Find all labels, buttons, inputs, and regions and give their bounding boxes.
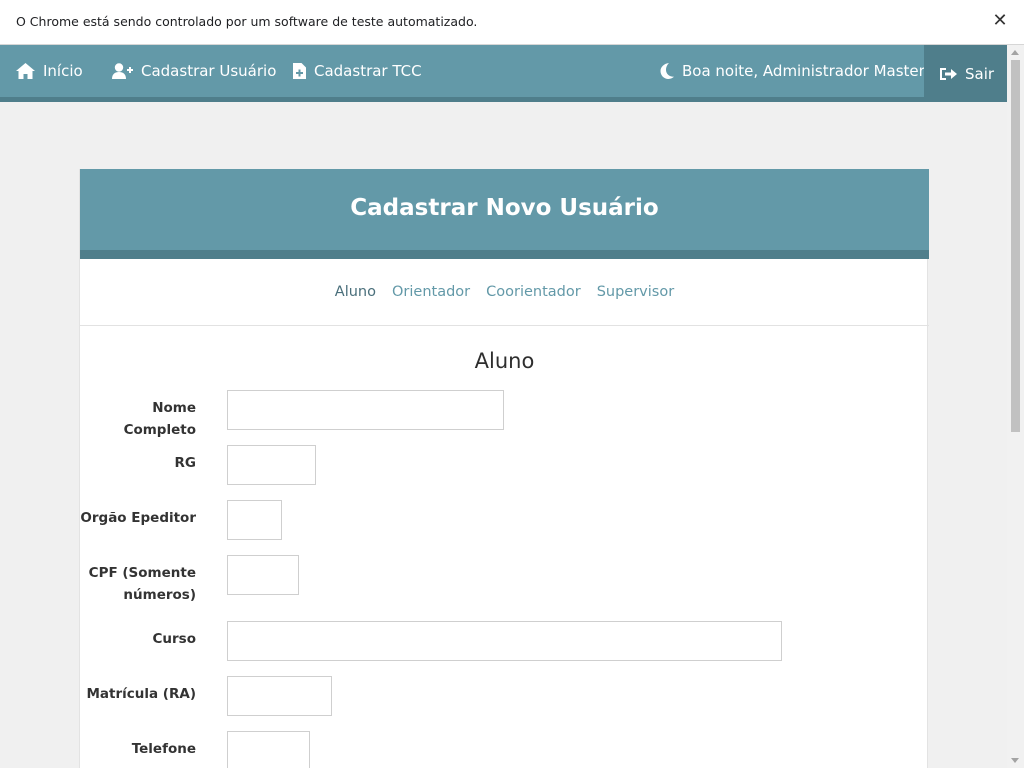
scrollbar-thumb[interactable] bbox=[1011, 60, 1020, 432]
nav-greeting-label: Boa noite, Administrador Master! bbox=[682, 62, 931, 80]
close-icon[interactable]: ✕ bbox=[990, 11, 1010, 31]
nome-input[interactable] bbox=[227, 390, 504, 430]
home-icon bbox=[16, 63, 35, 79]
automation-infobar: O Chrome está sendo controlado por um so… bbox=[0, 0, 1024, 45]
sign-out-icon bbox=[940, 67, 957, 80]
nav-register-tcc-link[interactable]: Cadastrar TCC bbox=[293, 45, 422, 97]
rg-label: RG bbox=[174, 455, 196, 471]
register-user-card: Cadastrar Novo Usuário Aluno Orientador … bbox=[79, 169, 929, 768]
nav-exit-label: Sair bbox=[965, 64, 995, 83]
cpf-input[interactable] bbox=[227, 555, 299, 595]
telefone-input[interactable] bbox=[227, 731, 310, 768]
tab-coorientador[interactable]: Coorientador bbox=[486, 284, 581, 300]
tab-orientador[interactable]: Orientador bbox=[392, 284, 470, 300]
scroll-down-arrow-icon[interactable] bbox=[1011, 758, 1019, 763]
file-plus-icon bbox=[293, 63, 306, 79]
user-plus-icon bbox=[112, 63, 133, 79]
nav-home-label: Início bbox=[43, 62, 83, 80]
nav-register-tcc-label: Cadastrar TCC bbox=[314, 62, 422, 80]
section-title: Aluno bbox=[474, 349, 535, 373]
orgao-input[interactable] bbox=[227, 500, 282, 540]
user-type-tabs: Aluno Orientador Coorientador Supervisor bbox=[80, 259, 929, 326]
nav-register-user-label: Cadastrar Usuário bbox=[141, 62, 277, 80]
cpf-label: CPF (Somente números) bbox=[88, 565, 196, 603]
telefone-label: Telefone bbox=[131, 741, 196, 757]
nav-home-link[interactable]: Início bbox=[16, 45, 83, 97]
tab-aluno[interactable]: Aluno bbox=[335, 284, 376, 300]
nav-greeting: Boa noite, Administrador Master! bbox=[660, 45, 931, 97]
matricula-label: Matrícula (RA) bbox=[86, 686, 196, 702]
rg-input[interactable] bbox=[227, 445, 316, 485]
scroll-up-arrow-icon[interactable] bbox=[1011, 50, 1019, 55]
card-title: Cadastrar Novo Usuário bbox=[350, 195, 659, 221]
matricula-input[interactable] bbox=[227, 676, 332, 716]
tab-supervisor[interactable]: Supervisor bbox=[597, 284, 674, 300]
page-scrollbar[interactable] bbox=[1007, 45, 1024, 768]
curso-input[interactable] bbox=[227, 621, 782, 661]
infobar-message: O Chrome está sendo controlado por um so… bbox=[16, 14, 478, 29]
nav-register-user-link[interactable]: Cadastrar Usuário bbox=[112, 45, 276, 97]
curso-label: Curso bbox=[152, 631, 197, 647]
orgao-label: Orgão Epeditor bbox=[80, 510, 196, 526]
nome-label: Nome Completo bbox=[123, 400, 196, 438]
nav-exit-button[interactable]: Sair bbox=[924, 45, 1007, 102]
moon-icon bbox=[660, 63, 674, 79]
card-header: Cadastrar Novo Usuário bbox=[80, 169, 929, 259]
top-navbar: Início Cadastrar Usuário Cadastrar TCC B… bbox=[0, 45, 1007, 102]
